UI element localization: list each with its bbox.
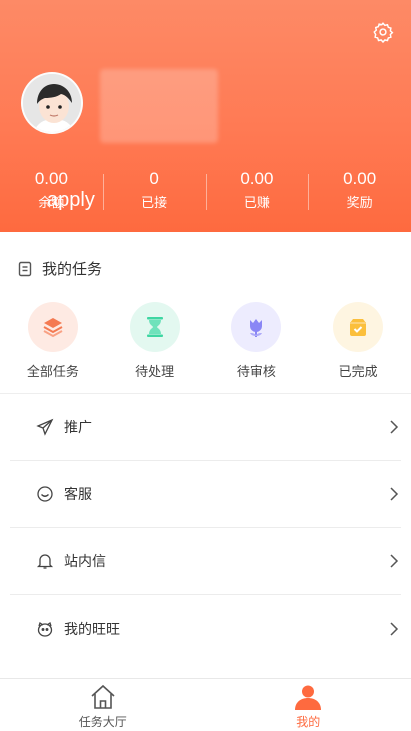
task-label: 全部任务 — [26, 365, 79, 380]
stat-value: 0 — [149, 169, 159, 188]
task-icon-wrap — [333, 302, 384, 352]
stat-reward[interactable]: 0.00 奖励 — [308, 168, 411, 214]
menu-item-label: 站内信 — [64, 554, 106, 570]
menu-item-promote[interactable]: 推广 — [10, 394, 401, 461]
task-icon-wrap — [231, 302, 282, 352]
section-title-text: 我的任务 — [42, 260, 103, 278]
stat-label: 已赚 — [243, 196, 270, 211]
send-icon — [36, 418, 54, 436]
task-all-button[interactable]: 全部任务 — [2, 302, 104, 384]
bag-check-icon — [350, 319, 367, 336]
task-icon-wrap — [27, 302, 78, 352]
my-tasks-title: 我的任务 — [17, 258, 102, 279]
clipboard-icon — [18, 261, 32, 276]
stat-label: 奖励 — [346, 196, 373, 211]
menu-item-label: 我的旺旺 — [64, 621, 120, 638]
stat-earned[interactable]: 0.00 已赚 — [205, 168, 309, 214]
chevron-right-icon — [390, 487, 399, 501]
stat-value: 0.00 — [343, 169, 377, 188]
wangwang-icon — [37, 621, 53, 637]
menu-item-support[interactable]: 客服 — [10, 461, 401, 528]
bottom-tab-bar: 任务大厅 我的 — [0, 678, 411, 731]
menu-item-wangwang[interactable]: 我的旺旺 — [10, 595, 401, 662]
smile-icon — [37, 486, 53, 502]
menu-item-inbox[interactable]: 站内信 — [10, 528, 401, 595]
chevron-right-icon — [390, 554, 399, 568]
tulip-icon — [250, 319, 263, 337]
task-status-row: 全部任务 待处理 待审核 已完成 — [0, 302, 411, 384]
stat-accepted[interactable]: 0 已接 — [102, 168, 206, 214]
task-label: 已完成 — [338, 365, 378, 380]
tab-task-hall[interactable]: 任务大厅 — [0, 679, 206, 731]
bell-icon — [36, 554, 54, 569]
hourglass-icon — [146, 317, 163, 337]
home-icon — [91, 684, 115, 709]
task-label: 待审核 — [236, 365, 276, 380]
menu-item-label: 客服 — [64, 487, 92, 503]
profile-header: 0.00 余额 0 已接 0.00 已赚 0.00 奖励 apply — [0, 0, 411, 232]
stat-value: 0.00 — [240, 169, 274, 188]
task-review-button[interactable]: 待审核 — [206, 302, 308, 384]
task-pending-button[interactable]: 待处理 — [104, 302, 206, 384]
overlay-apply-text: apply — [47, 189, 95, 211]
menu-item-label: 推广 — [64, 420, 92, 436]
task-icon-wrap — [129, 302, 180, 352]
tab-label: 任务大厅 — [78, 715, 127, 729]
tab-mine[interactable]: 我的 — [206, 679, 411, 731]
blurred-user-info — [100, 69, 218, 143]
tab-label: 我的 — [296, 715, 321, 729]
task-done-button[interactable]: 已完成 — [307, 302, 409, 384]
gear-icon[interactable] — [372, 21, 394, 43]
chevron-right-icon — [390, 420, 399, 434]
layers-icon — [43, 318, 63, 338]
chevron-right-icon — [390, 621, 399, 636]
avatar[interactable] — [21, 72, 83, 134]
user-icon — [295, 685, 322, 710]
stat-label: 已接 — [141, 196, 168, 211]
task-label: 待处理 — [135, 365, 175, 380]
menu-list: 推广 客服 站内信 我的旺旺 — [10, 394, 401, 662]
